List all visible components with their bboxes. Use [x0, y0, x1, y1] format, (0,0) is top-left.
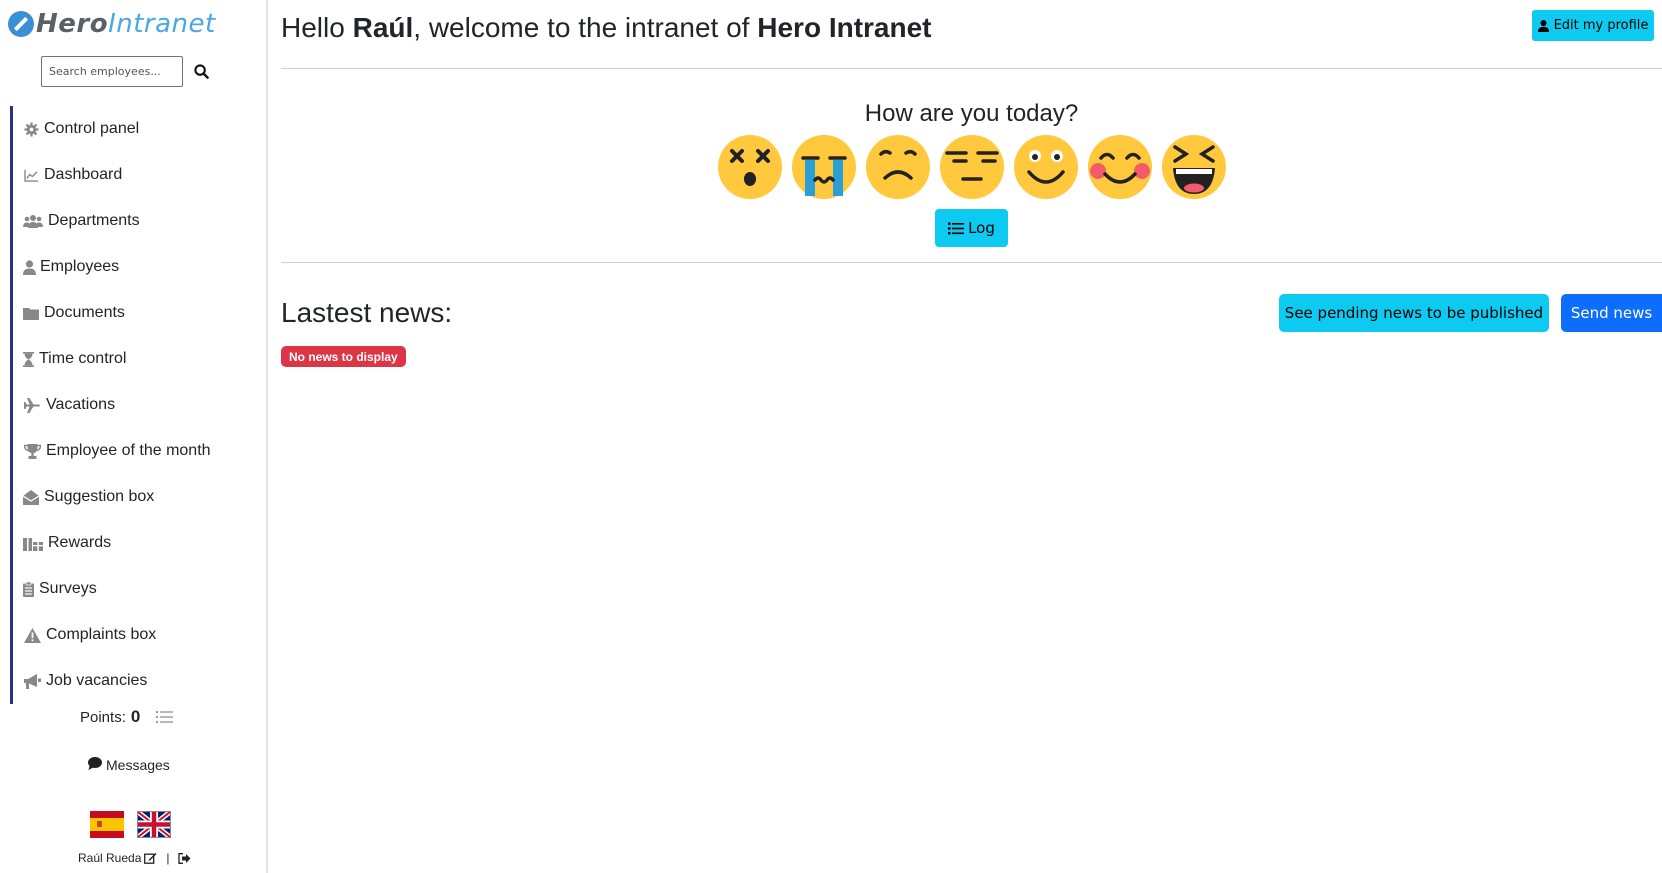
- sidebar-item-label: Employees: [40, 258, 120, 275]
- sidebar-item-label: Rewards: [48, 534, 112, 551]
- sidebar-item-label: Dashboard: [44, 166, 123, 183]
- sidebar-item-label: Surveys: [39, 580, 97, 597]
- sidebar-item-suggestion-box[interactable]: Suggestion box: [10, 474, 258, 520]
- edit-icon[interactable]: [144, 852, 157, 864]
- gear-icon: [22, 120, 40, 138]
- hourglass-icon: [22, 350, 35, 368]
- sidebar-item-label: Departments: [48, 212, 140, 229]
- expressionless-face-icon[interactable]: [939, 134, 1005, 200]
- sidebar-item-rewards[interactable]: Rewards: [10, 520, 258, 566]
- edit-profile-label: Edit my profile: [1553, 18, 1649, 33]
- sidebar-item-label: Employee of the month: [46, 442, 211, 459]
- user-icon: [22, 258, 36, 276]
- crying-face-icon[interactable]: [791, 134, 857, 200]
- clipboard-icon: [22, 580, 35, 598]
- sad-face-icon[interactable]: [865, 134, 931, 200]
- points-value: 0: [130, 707, 141, 726]
- sidebar-item-label: Documents: [44, 304, 125, 321]
- uk-flag-icon[interactable]: [136, 810, 172, 839]
- sidebar-item-label: Time control: [39, 350, 127, 367]
- chart-line-icon: [22, 166, 40, 184]
- points-label: Points:: [80, 708, 126, 726]
- greeting-middle: , welcome to the intranet of: [413, 12, 758, 43]
- spanish-flag-icon[interactable]: [90, 811, 124, 838]
- user-footer: Raúl Rueda |: [78, 851, 191, 865]
- sidebar-nav: Control panel Dashboard Departments Empl…: [10, 106, 258, 704]
- sidebar-item-label: Job vacancies: [46, 672, 148, 689]
- search-input[interactable]: [41, 56, 183, 87]
- sidebar-item-surveys[interactable]: Surveys: [10, 566, 258, 612]
- sidebar-item-label: Control panel: [44, 120, 140, 137]
- folder-icon: [22, 304, 40, 322]
- envelope-open-icon: [22, 488, 40, 506]
- divider: [281, 68, 1662, 69]
- search-icon[interactable]: [192, 63, 210, 81]
- separator: |: [166, 851, 170, 865]
- sidebar-item-complaints-box[interactable]: Complaints box: [10, 612, 258, 658]
- points-display: Points: 0: [80, 707, 174, 727]
- sidebar-item-documents[interactable]: Documents: [10, 290, 258, 336]
- log-label: Log: [968, 219, 995, 237]
- greeting-user: Raúl: [352, 12, 414, 43]
- comment-icon: [88, 757, 102, 773]
- sidebar-item-control-panel[interactable]: Control panel: [10, 106, 258, 152]
- sidebar-item-label: Vacations: [46, 396, 116, 413]
- page-title: Hello Raúl, welcome to the intranet of H…: [281, 12, 932, 44]
- greeting-prefix: Hello: [281, 12, 353, 43]
- smiling-face-icon[interactable]: [1013, 134, 1079, 200]
- gifts-icon: [22, 534, 44, 552]
- dizzy-face-icon[interactable]: [717, 134, 783, 200]
- mood-question: How are you today?: [864, 100, 1079, 127]
- logout-icon[interactable]: [177, 852, 191, 864]
- plane-icon: [22, 396, 42, 414]
- sidebar-item-employees[interactable]: Employees: [10, 244, 258, 290]
- warning-icon: [22, 626, 42, 644]
- pending-news-button[interactable]: See pending news to be published: [1279, 294, 1549, 332]
- sidebar-item-vacations[interactable]: Vacations: [10, 382, 258, 428]
- greeting-company: Hero Intranet: [757, 12, 932, 43]
- send-news-button[interactable]: Send news: [1561, 294, 1662, 332]
- user-name[interactable]: Raúl Rueda: [78, 851, 141, 865]
- blushing-face-icon[interactable]: [1087, 134, 1153, 200]
- edit-profile-button[interactable]: Edit my profile: [1532, 10, 1654, 41]
- list-icon[interactable]: [156, 710, 174, 724]
- sidebar: HeroIntranet Control panel Dashboard Dep…: [0, 0, 268, 873]
- news-heading: Lastest news:: [281, 297, 453, 328]
- users-icon: [22, 212, 44, 230]
- sidebar-item-dashboard[interactable]: Dashboard: [10, 152, 258, 198]
- sidebar-item-label: Complaints box: [46, 626, 157, 643]
- logo-text-intranet: Intranet: [108, 9, 216, 39]
- logo-icon: [8, 11, 34, 37]
- logo-text-hero: Hero: [36, 9, 109, 39]
- main-content: Hello Raúl, welcome to the intranet of H…: [281, 0, 1662, 873]
- app-logo[interactable]: HeroIntranet: [8, 6, 216, 42]
- log-button[interactable]: Log: [935, 209, 1008, 247]
- employee-search: [41, 56, 210, 87]
- empty-news-badge: No news to display: [281, 346, 406, 367]
- sidebar-item-time-control[interactable]: Time control: [10, 336, 258, 382]
- bullhorn-icon: [22, 672, 42, 690]
- mood-selector: [717, 134, 1235, 200]
- sidebar-item-departments[interactable]: Departments: [10, 198, 258, 244]
- sidebar-item-job-vacancies[interactable]: Job vacancies: [10, 658, 258, 704]
- laughing-face-icon[interactable]: [1161, 134, 1227, 200]
- trophy-icon: [22, 442, 42, 460]
- sidebar-item-employee-of-the-month[interactable]: Employee of the month: [10, 428, 258, 474]
- messages-link[interactable]: Messages: [88, 757, 170, 773]
- sidebar-item-label: Suggestion box: [44, 488, 155, 505]
- list-icon: [948, 222, 965, 235]
- user-icon: [1537, 19, 1549, 32]
- messages-label: Messages: [106, 757, 170, 773]
- divider: [281, 262, 1662, 263]
